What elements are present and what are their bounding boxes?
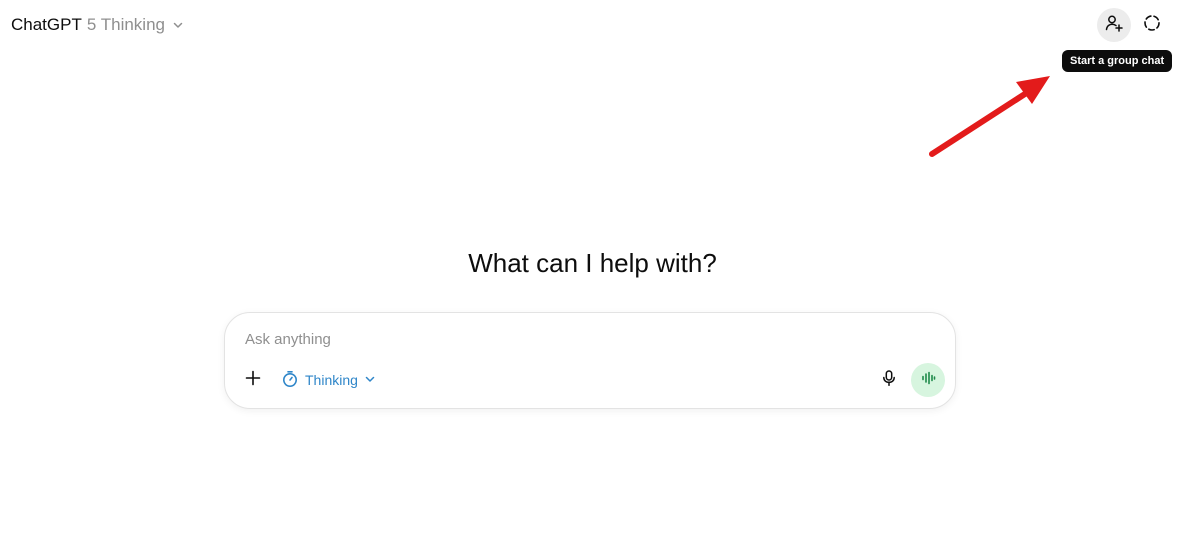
page-title: What can I help with? bbox=[468, 248, 717, 278]
header-actions bbox=[1097, 8, 1169, 42]
group-chat-tooltip: Start a group chat bbox=[1062, 50, 1173, 72]
composer: Thinking bbox=[224, 312, 956, 409]
plus-icon bbox=[244, 369, 262, 392]
composer-toolbar: Thinking bbox=[239, 362, 945, 398]
waveform-icon bbox=[919, 369, 937, 392]
model-variant: 5 Thinking bbox=[86, 15, 165, 34]
thinking-mode-label: Thinking bbox=[305, 372, 358, 388]
model-selector[interactable]: ChatGPT 5 Thinking bbox=[11, 14, 184, 36]
group-chat-button[interactable] bbox=[1097, 8, 1131, 42]
prompt-input[interactable] bbox=[245, 331, 925, 348]
temporary-chat-button[interactable] bbox=[1135, 8, 1169, 42]
chatgpt-home: ChatGPT 5 Thinking Start a group chat Wh… bbox=[0, 0, 1185, 550]
add-person-icon bbox=[1104, 13, 1124, 38]
timer-icon bbox=[281, 370, 299, 391]
attach-button[interactable] bbox=[239, 366, 267, 394]
chevron-down-icon bbox=[364, 372, 376, 388]
microphone-icon bbox=[880, 369, 898, 392]
model-name: ChatGPT bbox=[11, 15, 82, 34]
dashed-circle-icon bbox=[1142, 13, 1162, 38]
chevron-down-icon bbox=[172, 19, 184, 31]
voice-mode-button[interactable] bbox=[911, 363, 945, 397]
thinking-mode-button[interactable]: Thinking bbox=[275, 366, 382, 395]
dictate-button[interactable] bbox=[873, 364, 905, 396]
annotation-arrow-icon bbox=[929, 76, 1050, 157]
